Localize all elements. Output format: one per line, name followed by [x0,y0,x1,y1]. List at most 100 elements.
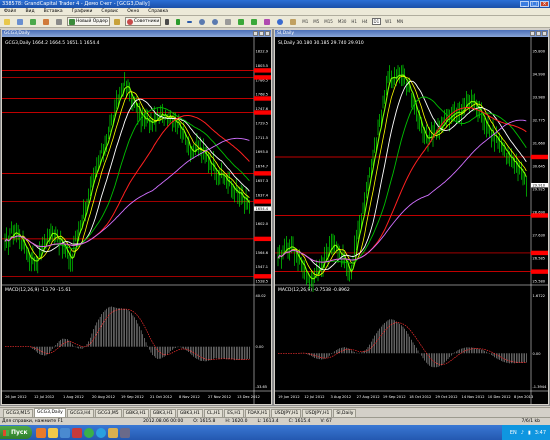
date-tick-label: 12 Jul 2012 [304,395,324,399]
trader-app-icon[interactable] [72,427,82,438]
chart-window-gold[interactable]: GCG3,Daily GCG3,Daily 1664.2 1664.5 1651… [1,29,272,405]
menu-window[interactable]: Окно [127,9,139,14]
chart-close-button[interactable] [265,31,270,36]
tf-h1[interactable]: H1 [350,19,358,24]
price-tick-label: 1729.5 [256,121,269,125]
chart-tab[interactable]: GCG3,M5 [94,409,122,417]
close-button[interactable]: × [540,1,549,7]
price-tick-label: 1693.0 [256,150,269,154]
tf-m1[interactable]: M1 [301,19,309,24]
candle-chart-button[interactable] [174,17,183,26]
tf-d1[interactable]: D1 [371,18,382,25]
chart-tab[interactable]: GBK3,H1 [176,409,203,417]
menu-view[interactable]: Вид [25,9,34,14]
language-indicator[interactable]: EN [510,430,517,436]
tf-m15[interactable]: M15 [323,19,334,24]
chart-info: GCG3,Daily 1664.2 1664.5 1651.1 1654.4 [5,40,100,46]
chart-minimize-button[interactable] [530,31,535,36]
bar-chart-button[interactable] [163,17,172,26]
profiles-button[interactable] [15,17,26,26]
folder-icon[interactable] [108,427,118,438]
macd-info: MACD(12,26,9) -13.79 -15.61 [5,287,71,293]
metaeditor-button[interactable] [112,17,123,26]
chart-tab[interactable]: GBK3,H1 [122,409,149,417]
calculator-icon[interactable] [120,427,130,438]
chart-tab[interactable]: GCG3,H4 [66,409,94,417]
price-tick-label: 29.925 [533,188,546,192]
price-tick-label: 1528.5 [256,280,269,284]
periodicity-button[interactable] [275,17,286,26]
date-tick-label: 8 Jan 2013 [514,395,533,399]
market-watch-button[interactable] [28,17,39,26]
line-chart-button[interactable] [185,17,195,26]
metaeditor-icon [113,18,120,25]
ma-red-line [4,115,250,248]
tf-mn[interactable]: MN [396,19,404,24]
tf-m30[interactable]: M30 [337,19,348,24]
media-player-icon[interactable] [60,427,70,438]
menu-insert[interactable]: Вставка [44,9,63,14]
chart-tab[interactable]: GCG3,M15 [3,409,34,417]
chart-workspace: GCG3,Daily GCG3,Daily 1664.2 1664.5 1651… [0,29,550,406]
chrome-icon[interactable] [84,427,94,438]
chart-tab[interactable]: SI,Daily [333,409,357,417]
tf-h4[interactable]: H4 [361,19,369,24]
templates-icon [290,18,297,25]
skype-icon[interactable] [96,427,106,438]
templates-button[interactable] [288,17,299,26]
zoom-in-button[interactable] [197,17,208,26]
date-tick-label: 3 Aug 2012 [330,395,351,399]
date-tick-label: 29 Oct 2012 [435,395,457,399]
silver-chart[interactable]: SI,Daily 30.180 30.185 29.740 29.910 MAC… [275,37,548,404]
menu-charts[interactable]: Графики [72,9,93,14]
chart-tab[interactable]: GCG3,Daily [34,408,66,417]
chart-tab[interactable]: USDJPY,H1 [271,409,302,417]
new-chart-button[interactable] [2,17,13,26]
price-tick-label: 1768.5 [256,93,269,97]
chart-window-caption[interactable]: GCG3,Daily [2,30,271,37]
ma-violet-line [4,137,250,248]
chart-maximize-button[interactable] [259,31,264,36]
menu-help[interactable]: Справка [148,9,168,14]
chart-shift-button[interactable] [249,17,260,26]
new-order-button[interactable]: Новый Ордер [67,17,110,26]
navigator-button[interactable] [41,17,52,26]
chart-window-caption[interactable]: SI,Daily [275,30,548,37]
chart-tab[interactable]: USDJPY,H1 [302,409,333,417]
date-tick-label: 18 Oct 2012 [409,395,431,399]
menu-tools[interactable]: Сервис [101,9,118,14]
tf-m5[interactable]: M5 [312,19,320,24]
date-tick-label: 19 Sep 2012 [383,395,406,399]
indicators-button[interactable] [262,17,273,26]
chart-close-button[interactable] [542,31,547,36]
chart-maximize-button[interactable] [536,31,541,36]
network-icon[interactable]: ▮ [528,430,531,436]
autoscroll-button[interactable] [236,17,247,26]
chart-window-silver[interactable]: SI,Daily SI,Daily 30.180 30.185 29.740 2… [274,29,549,405]
tile-windows-button[interactable] [223,17,234,26]
chart-tab[interactable]: CL,H1 [203,409,224,417]
date-tick-label: 10 Dec 2012 [488,395,511,399]
price-tick-label: 1803.5 [256,64,269,68]
toolbar: Новый Ордер Советники M1 M5 M15 M30 H1 H… [0,16,550,28]
browser-icon[interactable] [36,427,46,438]
chart-tab[interactable]: FDAX,H1 [244,409,271,417]
start-button[interactable]: Пуск [0,426,32,439]
indicators-icon [264,18,271,25]
new-chart-icon [4,18,10,25]
terminal-button[interactable] [54,17,65,26]
price-tick-label: 26.585 [533,257,546,261]
chart-minimize-button[interactable] [253,31,258,36]
maximize-button[interactable]: □ [530,1,539,7]
chart-tab[interactable]: ES,H1 [224,409,244,417]
zoom-out-button[interactable] [210,17,221,26]
chart-tab[interactable]: GBK3,H1 [149,409,176,417]
menu-file[interactable]: Файл [4,9,16,14]
advisors-button[interactable]: Советники [124,17,162,26]
zoom-in-icon [199,18,206,25]
explorer-icon[interactable] [48,427,58,438]
minimize-button[interactable]: _ [520,1,529,7]
tf-w1[interactable]: W1 [384,19,393,24]
volume-icon[interactable]: ♪ [521,430,524,436]
gold-chart[interactable]: GCG3,Daily 1664.2 1664.5 1651.1 1654.4 M… [2,37,271,404]
